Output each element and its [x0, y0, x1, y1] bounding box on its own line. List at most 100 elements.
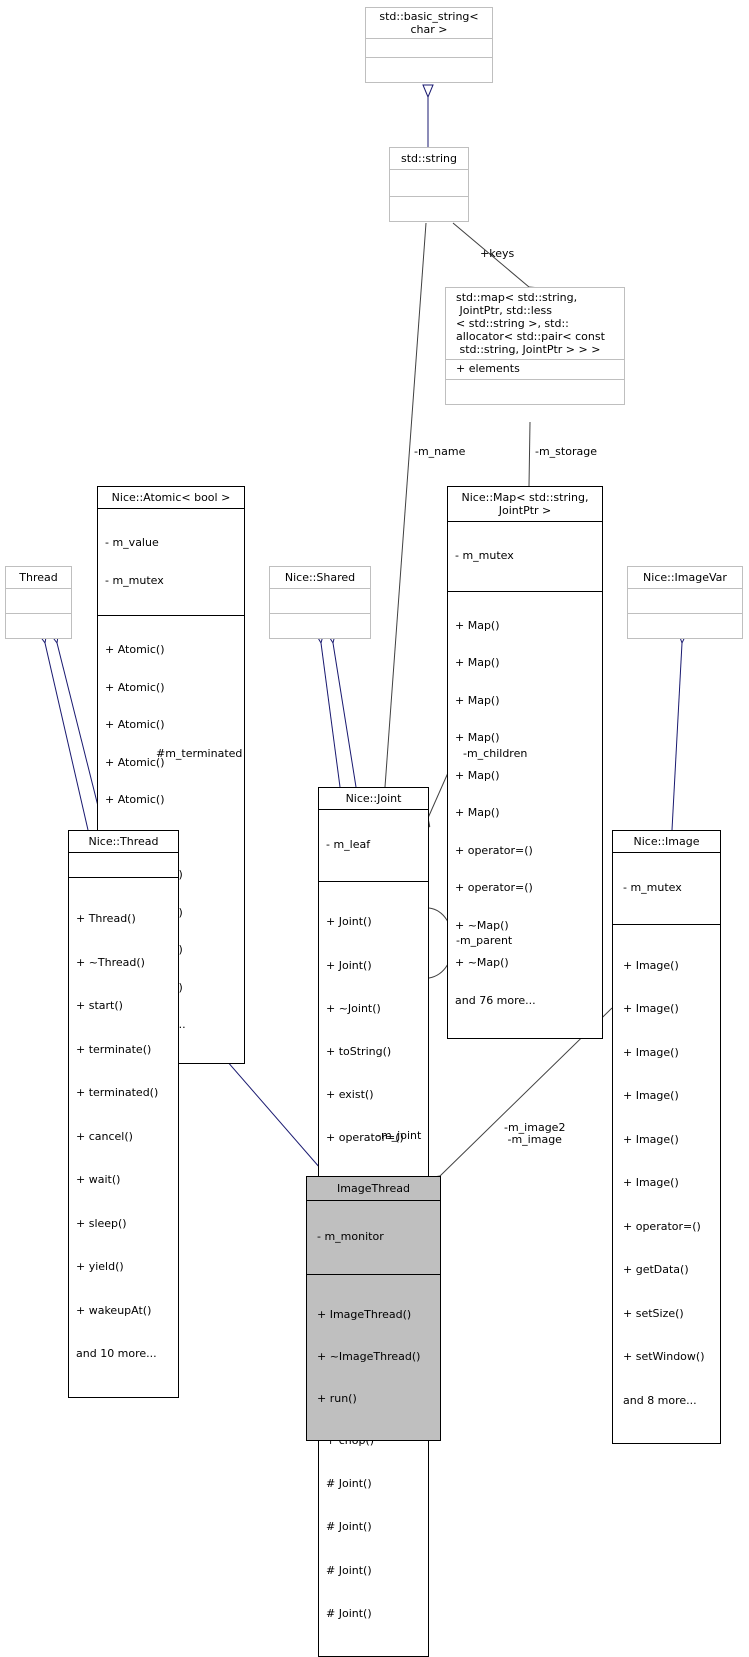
method: + yield() — [76, 1260, 124, 1273]
more-methods: and 10 more... — [76, 1347, 157, 1360]
edge-label-m-storage: -m_storage — [535, 445, 597, 458]
class-std-string[interactable]: std::string — [389, 147, 469, 222]
edge-m-name — [378, 222, 427, 803]
edge-label-m-children: -m_children — [463, 747, 528, 760]
method: + Map() — [455, 806, 500, 819]
method: + ~Thread() — [76, 955, 145, 969]
method: + Image() — [623, 1176, 679, 1189]
method: + Map() — [455, 618, 500, 632]
methods-section — [390, 197, 468, 221]
method: + Atomic() — [105, 718, 165, 731]
attributes-section — [366, 39, 492, 58]
method: + setSize() — [623, 1306, 684, 1320]
edge-label-m-parent: -m_parent — [456, 934, 513, 947]
method: + Image() — [623, 1045, 679, 1059]
attributes-section: - m_monitor — [307, 1201, 440, 1275]
methods-section: + ImageThread() + ~ImageThread() + run() — [307, 1275, 440, 1440]
class-name: Nice::ImageVar — [628, 567, 742, 589]
class-basic-string[interactable]: std::basic_string< char > — [365, 7, 493, 83]
method: + Atomic() — [105, 793, 165, 806]
method: + Map() — [455, 656, 500, 669]
method: + terminate() — [76, 1042, 152, 1056]
method: + Map() — [455, 731, 500, 744]
attribute: - m_mutex — [105, 573, 164, 587]
class-image-thread[interactable]: ImageThread - m_monitor + ImageThread() … — [306, 1176, 441, 1441]
methods-section: + Image() + Image() + Image() + Image() … — [613, 925, 720, 1444]
method: + Thread() — [76, 912, 136, 925]
edge-label-keys: +keys — [480, 247, 515, 260]
edge-image-inherits-imagevar — [671, 643, 682, 831]
method: # Joint() — [326, 1520, 372, 1534]
edge-label-m-joint: -m_joint — [377, 1129, 422, 1142]
class-nice-map[interactable]: Nice::Map< std::string, JointPtr > - m_m… — [447, 486, 603, 1039]
class-nice-imagevar[interactable]: Nice::ImageVar — [627, 566, 743, 639]
method: + ~Joint() — [326, 1001, 381, 1015]
class-name: std::string — [390, 148, 468, 170]
method: + Image() — [623, 1089, 679, 1102]
method: + wakeupAt() — [76, 1303, 152, 1317]
class-name: std::map< std::string, JointPtr, std::le… — [446, 288, 624, 360]
method: + start() — [76, 999, 123, 1012]
method: + Map() — [455, 693, 500, 707]
methods-section — [270, 614, 370, 638]
edge-joint-inherits-shared-2 — [333, 643, 357, 788]
edge-label-m-terminated: #m_terminated — [156, 747, 243, 760]
attributes-section: - m_mutex — [448, 522, 602, 592]
attributes-section: + elements — [446, 360, 624, 380]
method: + ~Map() — [455, 918, 509, 932]
method: + setWindow() — [623, 1350, 705, 1363]
method: + operator=() — [623, 1219, 701, 1233]
methods-section — [446, 380, 624, 404]
attribute: + elements — [456, 362, 520, 375]
attributes-section: - m_value - m_mutex — [98, 509, 244, 616]
methods-section: + Map() + Map() + Map() + Map() + Map() … — [448, 592, 602, 1039]
edge-joint-inherits-shared-1 — [321, 643, 341, 788]
class-name: std::basic_string< char > — [366, 8, 492, 39]
edge-m-storage — [523, 421, 535, 502]
class-nice-image[interactable]: Nice::Image - m_mutex + Image() + Image(… — [612, 830, 721, 1444]
method: + toString() — [326, 1044, 392, 1058]
edge-nicethread-inherits-thread-1 — [45, 643, 89, 831]
edge-label-m-image: -m_image2 -m_image — [504, 1121, 566, 1146]
class-name: Nice::Thread — [69, 831, 178, 853]
method: + getData() — [623, 1263, 689, 1276]
method: + Image() — [623, 958, 679, 972]
method: # Joint() — [326, 1563, 372, 1577]
class-nice-thread[interactable]: Nice::Thread + Thread() + ~Thread() + st… — [68, 830, 179, 1398]
method: + Image() — [623, 1132, 679, 1146]
method: + terminated() — [76, 1086, 159, 1099]
methods-section — [628, 614, 742, 638]
class-thread[interactable]: Thread — [5, 566, 72, 639]
class-name: Nice::Shared — [270, 567, 370, 589]
attributes-section — [270, 589, 370, 614]
class-std-map[interactable]: std::map< std::string, JointPtr, std::le… — [445, 287, 625, 405]
method: + cancel() — [76, 1129, 133, 1143]
attributes-section: - m_leaf — [319, 810, 428, 882]
method: + Atomic() — [105, 680, 165, 694]
edge-label-m-name: -m_name — [414, 445, 466, 458]
class-name: Thread — [6, 567, 71, 589]
method: + Atomic() — [105, 643, 165, 656]
class-name: ImageThread — [307, 1177, 440, 1201]
method: + exist() — [326, 1088, 374, 1102]
attribute: - m_leaf — [326, 838, 371, 851]
class-nice-shared[interactable]: Nice::Shared — [269, 566, 371, 639]
methods-section — [6, 614, 71, 638]
attributes-section — [390, 170, 468, 197]
method: + Map() — [455, 768, 500, 782]
method: + wait() — [76, 1173, 121, 1186]
attribute: - m_mutex — [455, 549, 514, 562]
method: + operator=() — [455, 843, 533, 857]
method: + Image() — [623, 1002, 679, 1015]
method: + ImageThread() — [317, 1307, 412, 1321]
class-name: Nice::Image — [613, 831, 720, 853]
methods-section: + Thread() + ~Thread() + start() + termi… — [69, 878, 178, 1397]
attribute: - m_monitor — [317, 1230, 384, 1243]
attributes-section — [628, 589, 742, 614]
attribute: - m_value — [105, 536, 159, 549]
method: + ~ImageThread() — [317, 1349, 421, 1363]
attributes-section — [69, 853, 178, 878]
attributes-section: - m_mutex — [613, 853, 720, 925]
methods-section — [366, 58, 492, 82]
more-methods: and 8 more... — [623, 1393, 697, 1407]
